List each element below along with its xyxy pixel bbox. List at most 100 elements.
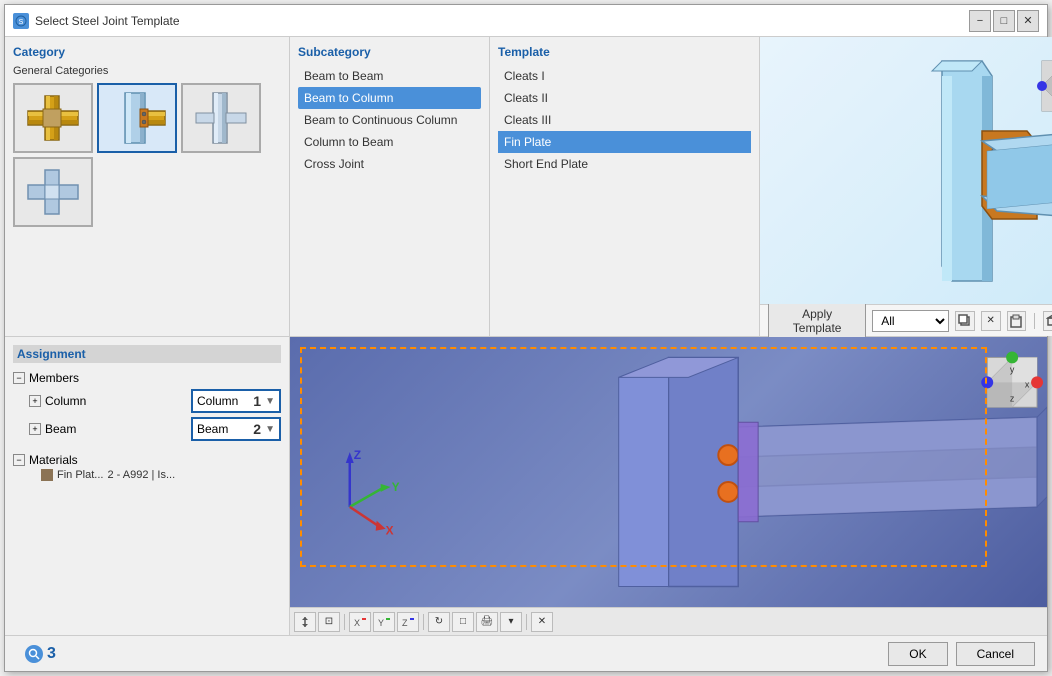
subcategory-item-beam-to-beam[interactable]: Beam to Beam — [298, 65, 481, 87]
vp-sep2 — [423, 614, 424, 630]
materials-section: − Materials Fin Plat... 2 - A992 | Is... — [13, 451, 281, 481]
dialog-bottom: 3 OK Cancel — [5, 635, 1047, 671]
column-tree-item: + Column Column 1 ▼ — [29, 387, 281, 415]
svg-text:Z: Z — [402, 618, 408, 628]
3d-preview-top: y x z — [760, 37, 1052, 304]
vp-rotate-button[interactable]: ↻ — [428, 612, 450, 632]
vp-y-axis-button[interactable]: Y — [373, 612, 395, 632]
beam-expand[interactable]: + — [29, 423, 41, 435]
template-list: Cleats I Cleats II Cleats III Fin Plate … — [498, 65, 751, 175]
beam-dropdown-num: 2 — [253, 421, 261, 437]
beam-tree-item: + Beam Beam 2 ▼ — [29, 415, 281, 443]
apply-template-button[interactable]: Apply Template — [768, 303, 866, 339]
svg-text:S: S — [19, 19, 24, 26]
subcategory-item-column-to-beam[interactable]: Column to Beam — [298, 131, 481, 153]
x-icon-button[interactable]: ✕ — [981, 311, 1001, 331]
svg-text:Z: Z — [354, 448, 361, 462]
materials-expand[interactable]: − — [13, 454, 25, 466]
view-iso-button[interactable] — [1043, 311, 1052, 331]
materials-label: Materials — [29, 453, 78, 467]
viewport-toolbar-bottom: ⊡ X Y Z — [290, 607, 1047, 635]
column-dropdown-arrow: ▼ — [265, 396, 275, 407]
column-expand[interactable]: + — [29, 395, 41, 407]
general-label: General Categories — [13, 65, 281, 77]
subcategory-item-beam-to-column[interactable]: Beam to Column — [298, 87, 481, 109]
subcategory-header: Subcategory — [298, 45, 481, 59]
title-bar-left: S Select Steel Joint Template — [13, 13, 180, 29]
apply-filter-dropdown[interactable]: All Selected — [872, 310, 949, 332]
vp-close-button[interactable]: ✕ — [531, 612, 553, 632]
category-icons — [13, 83, 281, 227]
fin-plate-material: 2 - A992 | Is... — [107, 469, 175, 481]
paste-icon-button[interactable] — [1007, 311, 1027, 331]
viewport-bottom: Z Y X — [290, 337, 1047, 635]
beam-label: Beam — [45, 422, 187, 436]
category-icon-1[interactable] — [13, 83, 93, 153]
minimize-button[interactable]: − — [969, 10, 991, 32]
beam-dropdown[interactable]: Beam 2 ▼ — [191, 417, 281, 441]
window-controls: − □ ✕ — [969, 10, 1039, 32]
column-dropdown-num: 1 — [253, 393, 261, 409]
beam-dropdown-arrow: ▼ — [265, 424, 275, 435]
3d-viewport: Z Y X — [290, 337, 1047, 607]
app-icon: S — [13, 13, 29, 29]
ok-button[interactable]: OK — [888, 642, 947, 666]
toolbar-separator — [1034, 313, 1035, 329]
preview-panel-top: y x z Apply Template All Selected — [760, 37, 1052, 336]
category-icon-3[interactable] — [181, 83, 261, 153]
template-panel: Template Cleats I Cleats II Cleats III F… — [490, 37, 760, 336]
vp-more-button[interactable]: ▾ — [500, 612, 522, 632]
title-bar: S Select Steel Joint Template − □ ✕ — [5, 5, 1047, 37]
subcategory-panel: Subcategory Beam to Beam Beam to Column … — [290, 37, 490, 336]
cancel-button[interactable]: Cancel — [956, 642, 1035, 666]
template-item-cleats-i[interactable]: Cleats I — [498, 65, 751, 87]
dialog: S Select Steel Joint Template − □ ✕ Cate… — [4, 4, 1048, 672]
close-button[interactable]: ✕ — [1017, 10, 1039, 32]
subcategory-item-beam-to-continuous-column[interactable]: Beam to Continuous Column — [298, 109, 481, 131]
vp-toggle-button[interactable]: ⊡ — [318, 612, 340, 632]
svg-text:X: X — [354, 618, 360, 628]
top-section: Category General Categories — [5, 37, 1047, 337]
maximize-button[interactable]: □ — [993, 10, 1015, 32]
subcategory-list: Beam to Beam Beam to Column Beam to Cont… — [298, 65, 481, 175]
svg-text:x: x — [1025, 379, 1030, 389]
search-icon — [25, 645, 43, 663]
template-item-cleats-iii[interactable]: Cleats III — [498, 109, 751, 131]
apply-bar: Apply Template All Selected ✕ — [760, 304, 1052, 336]
material-row: Fin Plat... 2 - A992 | Is... — [41, 469, 281, 481]
vp-print-button[interactable]: 🖨 — [476, 612, 498, 632]
column-dropdown-label: Column — [197, 394, 249, 408]
vp-orient-button[interactable] — [294, 612, 316, 632]
dialog-title: Select Steel Joint Template — [35, 14, 180, 28]
result-count: 3 — [47, 645, 68, 663]
members-tree-item: − Members — [13, 369, 281, 387]
assignment-panel: Assignment − Members + Column Column 1 ▼… — [5, 337, 290, 635]
template-item-short-end-plate[interactable]: Short End Plate — [498, 153, 751, 175]
template-item-fin-plate[interactable]: Fin Plate — [498, 131, 751, 153]
category-icon-4[interactable] — [13, 157, 93, 227]
beam-dropdown-label: Beam — [197, 422, 249, 436]
category-panel: Category General Categories — [5, 37, 290, 336]
materials-tree-item: − Materials — [13, 451, 281, 469]
template-header: Template — [498, 45, 751, 59]
category-icon-2[interactable] — [97, 83, 177, 153]
svg-text:Y: Y — [378, 618, 384, 628]
fin-plate-label: Fin Plat... — [57, 469, 103, 481]
subcategory-item-cross-joint[interactable]: Cross Joint — [298, 153, 481, 175]
vp-window-button[interactable]: □ — [452, 612, 474, 632]
vp-sep3 — [526, 614, 527, 630]
assignment-header: Assignment — [13, 345, 281, 363]
copy-icon-button[interactable] — [955, 311, 975, 331]
members-expand[interactable]: − — [13, 372, 25, 384]
svg-text:Y: Y — [392, 480, 400, 494]
members-label: Members — [29, 371, 79, 385]
vp-z-axis-button[interactable]: Z — [397, 612, 419, 632]
category-header: Category — [13, 45, 281, 59]
column-label: Column — [45, 394, 187, 408]
svg-text:X: X — [386, 524, 394, 538]
material-color-swatch — [41, 469, 53, 481]
column-dropdown[interactable]: Column 1 ▼ — [191, 389, 281, 413]
vp-x-axis-button[interactable]: X — [349, 612, 371, 632]
vp-sep1 — [344, 614, 345, 630]
template-item-cleats-ii[interactable]: Cleats II — [498, 87, 751, 109]
